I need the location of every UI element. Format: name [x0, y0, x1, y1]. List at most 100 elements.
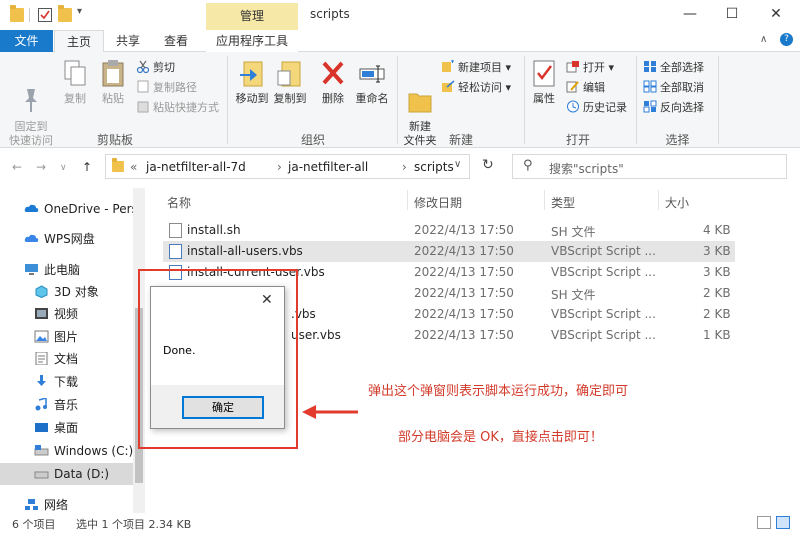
network-icon: [24, 496, 39, 510]
select-all-icon: [643, 60, 657, 73]
copy-to-icon: [276, 58, 304, 88]
open-label: 打开: [583, 61, 605, 74]
divider: [718, 56, 719, 144]
tab-manage[interactable]: 管理: [206, 3, 298, 30]
file-size: 1 KB: [703, 328, 731, 342]
file-type: VBScript Script ...: [551, 265, 656, 279]
breadcrumb-item[interactable]: scripts: [414, 160, 454, 174]
forward-arrow-icon[interactable]: →: [36, 160, 46, 174]
selection-info: 选中 1 个项目 2.34 KB: [76, 518, 192, 531]
chevron-down-icon[interactable]: ∨: [454, 159, 461, 170]
nav-item-videos[interactable]: 视频: [0, 303, 145, 325]
file-size: 3 KB: [703, 244, 731, 258]
delete-button[interactable]: 删除: [318, 58, 348, 106]
rename-label: 重命名: [355, 92, 389, 105]
move-to-button[interactable]: 移动到: [233, 58, 271, 106]
customize-toolbar-icon[interactable]: ▾: [77, 6, 82, 17]
breadcrumb-item[interactable]: ja-netfilter-all: [288, 160, 368, 174]
copy-path-button[interactable]: 复制路径: [136, 78, 197, 97]
history-button[interactable]: 历史记录: [566, 98, 627, 117]
nav-item-onedrive[interactable]: OneDrive - Pers: [0, 198, 145, 220]
paste-button[interactable]: 粘贴: [96, 58, 130, 106]
search-placeholder: 搜索"scripts": [549, 162, 624, 176]
details-view-icon[interactable]: [757, 516, 771, 529]
new-group-label: 新建: [448, 133, 473, 147]
new-folder-icon: [406, 72, 434, 113]
copy-button[interactable]: 复制: [60, 58, 90, 106]
chevron-up-icon[interactable]: ∧: [760, 34, 767, 45]
tab-view[interactable]: 查看: [158, 30, 194, 52]
properties-button[interactable]: 属性: [528, 58, 560, 106]
select-none-button[interactable]: 全部取消: [643, 78, 704, 97]
new-item-button[interactable]: 新建项目 ▾: [441, 58, 511, 77]
edit-pencil-icon: [566, 80, 580, 93]
nav-item-downloads[interactable]: 下载: [0, 371, 145, 393]
recent-chevron-icon[interactable]: ∨: [60, 163, 67, 173]
large-icons-view-icon[interactable]: [776, 516, 790, 529]
pin-quick-access-button[interactable]: 固定到 快速访问: [6, 58, 56, 148]
tab-app-tools[interactable]: 应用程序工具: [206, 30, 298, 52]
open-button[interactable]: 打开 ▾: [566, 58, 614, 77]
rename-button[interactable]: 重命名: [352, 58, 392, 106]
cut-label: 剪切: [153, 61, 175, 74]
table-row[interactable]: install-all-users.vbs 2022/4/13 17:50 VB…: [163, 241, 735, 262]
nav-label: OneDrive - Pers: [44, 202, 138, 216]
file-type: VBScript Script ...: [551, 307, 656, 321]
minimize-button[interactable]: —: [680, 6, 700, 24]
cloud-icon: [24, 200, 39, 213]
file-size: 3 KB: [703, 265, 731, 279]
cut-button[interactable]: 剪切: [136, 58, 175, 77]
file-type: SH 文件: [551, 225, 596, 239]
new-folder-icon[interactable]: [58, 5, 72, 22]
tab-file[interactable]: 文件: [0, 30, 53, 52]
clipboard-group-label: 剪贴板: [96, 133, 133, 147]
column-header-type[interactable]: 类型: [551, 194, 575, 211]
folder-icon: [112, 158, 124, 172]
nav-label: 此电脑: [44, 263, 81, 277]
close-button[interactable]: ✕: [766, 6, 786, 24]
address-bar[interactable]: « ja-netfilter-all-7d › ja-netfilter-all…: [105, 154, 470, 179]
nav-item-3d-objects[interactable]: 3D 对象: [0, 281, 145, 303]
tab-share[interactable]: 共享: [110, 30, 146, 52]
pin-label: 固定到 快速访问: [9, 120, 53, 147]
refresh-icon[interactable]: ↻: [482, 157, 494, 173]
copy-to-button[interactable]: 复制到: [271, 58, 309, 106]
video-icon: [34, 305, 49, 319]
copy-path-icon: [136, 80, 150, 93]
easy-access-icon: [441, 80, 455, 93]
column-header-name[interactable]: 名称: [167, 194, 191, 211]
paste-shortcut-button[interactable]: 粘贴快捷方式: [136, 98, 219, 117]
copy-icon: [61, 58, 89, 88]
back-arrow-icon[interactable]: ←: [12, 160, 22, 174]
help-icon[interactable]: ?: [780, 33, 793, 46]
file-size: 4 KB: [703, 223, 731, 237]
nav-item-drive-d[interactable]: Data (D:): [0, 463, 145, 485]
easy-access-button[interactable]: 轻松访问 ▾: [441, 78, 511, 97]
nav-item-pictures[interactable]: 图片: [0, 326, 145, 348]
history-label: 历史记录: [583, 101, 627, 114]
pin-icon: [17, 72, 45, 112]
file-icon: [169, 223, 182, 238]
properties-label: 属性: [533, 92, 555, 105]
invert-selection-button[interactable]: 反向选择: [643, 98, 704, 117]
breadcrumb-item[interactable]: ja-netfilter-all-7d: [146, 160, 246, 174]
tab-home[interactable]: 主页: [54, 30, 104, 53]
nav-item-documents[interactable]: 文档: [0, 348, 145, 370]
column-header-date[interactable]: 修改日期: [414, 194, 462, 211]
select-all-button[interactable]: 全部选择: [643, 58, 704, 77]
search-input[interactable]: ⚲ 搜索"scripts": [512, 154, 787, 179]
nav-item-drive-c[interactable]: Windows (C:): [0, 440, 145, 462]
nav-item-wps[interactable]: WPS网盘: [0, 228, 145, 250]
properties-check-icon[interactable]: [38, 8, 52, 22]
column-header-size[interactable]: 大小: [665, 194, 689, 211]
table-row[interactable]: install.sh 2022/4/13 17:50 SH 文件 4 KB: [163, 220, 735, 241]
edit-button[interactable]: 编辑: [566, 78, 605, 97]
nav-item-this-pc[interactable]: 此电脑: [0, 259, 145, 281]
document-icon: [34, 350, 49, 366]
file-type: VBScript Script ...: [551, 328, 656, 342]
maximize-button[interactable]: ☐: [722, 6, 742, 24]
nav-item-music[interactable]: 音乐: [0, 394, 145, 416]
nav-item-desktop[interactable]: 桌面: [0, 417, 145, 439]
breadcrumb-overflow[interactable]: «: [130, 160, 137, 174]
up-arrow-icon[interactable]: ↑: [82, 160, 92, 174]
